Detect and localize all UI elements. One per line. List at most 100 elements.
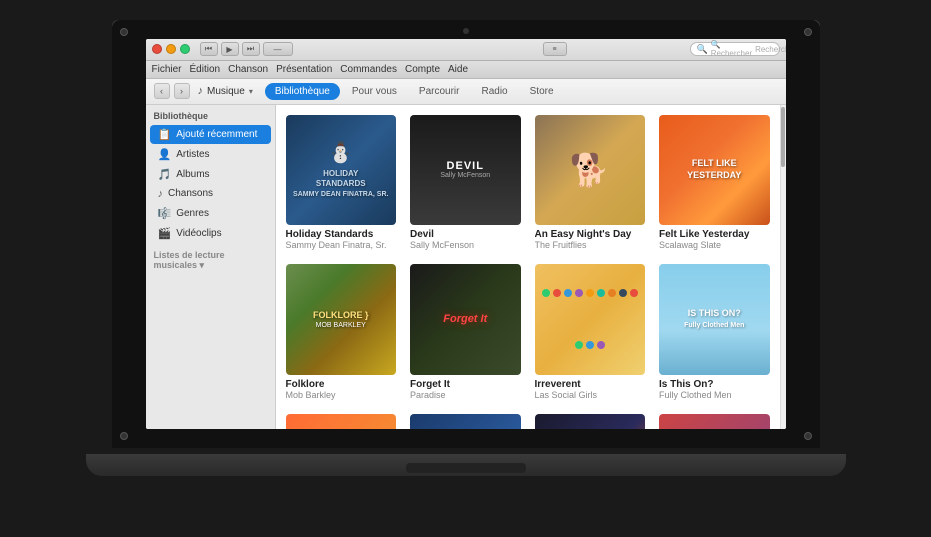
main-content: Bibliothèque 📋 Ajouté récemment 👤 Artist…	[146, 105, 786, 429]
color-dot	[586, 341, 594, 349]
forward-button[interactable]: ›	[174, 83, 190, 99]
album-item-row3a[interactable]: 🔥	[286, 414, 397, 429]
recently-added-icon: 📋	[158, 128, 172, 141]
album-item-irreverent[interactable]: Irreverent Las Social Girls	[535, 264, 646, 400]
nav-dropdown[interactable]: ▾	[249, 87, 253, 96]
album-cover-row3d: 👥	[659, 414, 770, 429]
color-dot	[553, 289, 561, 297]
sidebar-label-chansons: Chansons	[168, 188, 213, 199]
folklore-text: FOLKLORE }	[313, 310, 369, 320]
album-item-row3b[interactable]: 🎶	[410, 414, 521, 429]
minimize-button[interactable]	[166, 44, 176, 54]
menu-edition[interactable]: Édition	[190, 64, 221, 75]
album-cover-row3c: Sunset Blues	[535, 414, 646, 429]
maximize-button[interactable]	[180, 44, 190, 54]
album-title-folklore: Folklore	[286, 379, 397, 390]
play-button[interactable]: ▶	[221, 42, 239, 56]
album-artist-devil: Sally McFenson	[410, 240, 521, 250]
album-item-folklore[interactable]: FOLKLORE } MOB BARKLEY Folklore Mob Bark…	[286, 264, 397, 400]
laptop-bezel: ⏮ ▶ ⏭ — ≡ 🔍 🔍 Rechercher Rechercher	[112, 20, 820, 448]
album-artist-irreverent: Las Social Girls	[535, 390, 646, 400]
album-artist-feltlike: Scalawag Slate	[659, 240, 770, 250]
menu-presentation[interactable]: Présentation	[276, 64, 332, 75]
playlists-label[interactable]: Listes de lecture musicales ▾	[146, 244, 275, 273]
folklore-sub: MOB BARKLEY	[316, 322, 366, 329]
album-item-row3c[interactable]: Sunset Blues Sunset Blues	[535, 414, 646, 429]
playback-controls: ⏮ ▶ ⏭ —	[200, 42, 293, 56]
album-artist-forgetit: Paradise	[410, 390, 521, 400]
nav-bar: ‹ › ♪ Musique ▾ Bibliothèque Pour vous P…	[146, 79, 786, 105]
menu-aide[interactable]: Aide	[448, 64, 468, 75]
screen: ⏮ ▶ ⏭ — ≡ 🔍 🔍 Rechercher Rechercher	[146, 39, 786, 429]
sidebar-section-title: Bibliothèque	[146, 105, 275, 124]
album-artist-folklore: Mob Barkley	[286, 390, 397, 400]
scrollbar-thumb[interactable]	[781, 107, 785, 167]
sidebar-item-videoclips[interactable]: 🎬 Vidéoclips	[150, 224, 271, 243]
menu-fichier[interactable]: Fichier	[152, 64, 182, 75]
menu-compte[interactable]: Compte	[405, 64, 440, 75]
sidebar-item-artistes[interactable]: 👤 Artistes	[150, 145, 271, 164]
screw-tr	[804, 28, 812, 36]
album-item-isthison[interactable]: IS THIS ON?Fully Clothed Men Is This On?…	[659, 264, 770, 400]
tab-parcourir[interactable]: Parcourir	[409, 83, 470, 100]
nav-tabs: Bibliothèque Pour vous Parcourir Radio S…	[265, 83, 564, 100]
album-cover-easynight: 🐕	[535, 115, 646, 226]
camera-dot	[463, 28, 469, 34]
album-cover-isthison: IS THIS ON?Fully Clothed Men	[659, 264, 770, 375]
sidebar-item-genres[interactable]: 🎼 Genres	[150, 204, 271, 223]
color-dot	[597, 341, 605, 349]
content-area[interactable]: ⛄ HOLIDAYSTANDARDSSAMMY DEAN FINATRA, SR…	[276, 105, 780, 429]
tab-bibliotheque[interactable]: Bibliothèque	[265, 83, 340, 100]
itunes-app: ⏮ ▶ ⏭ — ≡ 🔍 🔍 Rechercher Rechercher	[146, 39, 786, 429]
sidebar-label-videoclips: Vidéoclips	[176, 228, 221, 239]
album-item-holiday[interactable]: ⛄ HOLIDAYSTANDARDSSAMMY DEAN FINATRA, SR…	[286, 115, 397, 251]
isthison-text: IS THIS ON?Fully Clothed Men	[684, 308, 744, 331]
color-dot	[575, 289, 583, 297]
album-title-easynight: An Easy Night's Day	[535, 229, 646, 240]
screw-br	[804, 432, 812, 440]
color-dot	[597, 289, 605, 297]
volume-slider[interactable]: —	[263, 42, 293, 56]
album-item-forgetit[interactable]: Forget It Forget It Paradise	[410, 264, 521, 400]
album-artist-easynight: The Fruitflies	[535, 240, 646, 250]
holiday-text: HOLIDAYSTANDARDSSAMMY DEAN FINATRA, SR.	[293, 169, 388, 199]
sidebar-label-albums: Albums	[176, 169, 209, 180]
album-item-easynight[interactable]: 🐕 An Easy Night's Day The Fruitflies	[535, 115, 646, 251]
menu-commandes[interactable]: Commandes	[340, 64, 397, 75]
sidebar-item-recemment[interactable]: 📋 Ajouté récemment	[150, 125, 271, 144]
album-cover-feltlike: FELT LIKEYESTERDAY	[659, 115, 770, 226]
forward-button[interactable]: ⏭	[242, 42, 260, 56]
tab-store[interactable]: Store	[520, 83, 564, 100]
scrollbar-track[interactable]	[780, 105, 786, 429]
album-cover-holiday: ⛄ HOLIDAYSTANDARDSSAMMY DEAN FINATRA, SR…	[286, 115, 397, 226]
music-icon: ♪	[198, 85, 204, 97]
sidebar-label-genres: Genres	[176, 208, 209, 219]
album-item-feltlike[interactable]: FELT LIKEYESTERDAY Felt Like Yesterday S…	[659, 115, 770, 251]
menu-bar: Fichier Édition Chanson Présentation Com…	[146, 61, 786, 79]
album-title-irreverent: Irreverent	[535, 379, 646, 390]
menu-chanson[interactable]: Chanson	[228, 64, 268, 75]
color-dot	[575, 341, 583, 349]
album-cover-devil: DEVIL Sally McFenson	[410, 115, 521, 226]
close-button[interactable]	[152, 44, 162, 54]
album-grid: ⛄ HOLIDAYSTANDARDSSAMMY DEAN FINATRA, SR…	[286, 115, 770, 429]
chansons-icon: ♪	[158, 188, 164, 200]
album-item-row3d[interactable]: 👥	[659, 414, 770, 429]
back-button[interactable]: ‹	[154, 83, 170, 99]
artistes-icon: 👤	[158, 148, 172, 161]
search-box[interactable]: 🔍 🔍 Rechercher Rechercher	[690, 42, 780, 56]
album-title-holiday: Holiday Standards	[286, 229, 397, 240]
dog-icon: 🐕	[570, 151, 610, 189]
color-dot	[542, 289, 550, 297]
tab-pour-vous[interactable]: Pour vous	[342, 83, 407, 100]
album-item-devil[interactable]: DEVIL Sally McFenson Devil Sally McFenso…	[410, 115, 521, 251]
album-artist-isthison: Fully Clothed Men	[659, 390, 770, 400]
list-view-button[interactable]: ≡	[543, 42, 567, 56]
tab-radio[interactable]: Radio	[471, 83, 517, 100]
sidebar-item-albums[interactable]: 🎵 Albums	[150, 165, 271, 184]
title-bar: ⏮ ▶ ⏭ — ≡ 🔍 🔍 Rechercher Rechercher	[146, 39, 786, 61]
laptop-lid: ⏮ ▶ ⏭ — ≡ 🔍 🔍 Rechercher Rechercher	[106, 14, 826, 454]
sidebar-item-chansons[interactable]: ♪ Chansons	[150, 185, 271, 203]
rewind-button[interactable]: ⏮	[200, 42, 218, 56]
color-dot	[564, 289, 572, 297]
